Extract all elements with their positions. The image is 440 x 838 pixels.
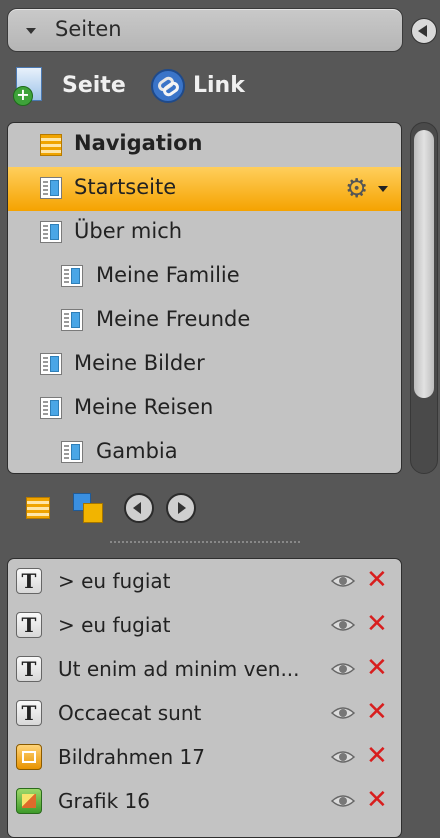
tree-item-label: Navigation <box>74 131 203 155</box>
tree-item-label: Meine Reisen <box>74 395 214 419</box>
element-label: > eu fugiat <box>58 569 171 593</box>
list-item[interactable]: T Ut enim ad minim ven... ✕ <box>8 647 401 691</box>
element-label: Occaecat sunt <box>58 701 202 725</box>
tree-item-meine-reisen[interactable]: Meine Reisen <box>8 387 401 431</box>
eye-icon[interactable] <box>330 614 356 636</box>
list-item[interactable]: Bildrahmen 17 ✕ <box>8 735 401 779</box>
list-item[interactable]: T > eu fugiat ✕ <box>8 603 401 647</box>
list-item[interactable]: T Occaecat sunt ✕ <box>8 691 401 735</box>
element-label: Bildrahmen 17 <box>58 745 205 769</box>
tree-item-label: Startseite <box>74 175 177 199</box>
list-item[interactable]: T > eu fugiat ✕ <box>8 559 401 603</box>
next-button[interactable] <box>166 493 196 523</box>
tree-item-label: Meine Bilder <box>74 351 205 375</box>
new-page-icon[interactable]: + <box>13 67 42 106</box>
tree-item-startseite[interactable]: Startseite ⚙ <box>8 167 401 211</box>
delete-icon[interactable]: ✕ <box>366 742 388 770</box>
text-type-icon: T <box>16 656 42 682</box>
chevron-down-icon <box>26 28 36 34</box>
page-icon <box>40 353 62 375</box>
gear-icon[interactable]: ⚙ <box>345 174 368 204</box>
link-icon[interactable] <box>150 68 186 104</box>
text-type-icon: T <box>16 568 42 594</box>
delete-icon[interactable]: ✕ <box>366 566 388 594</box>
tree-item-ueber-mich[interactable]: Über mich <box>8 211 401 255</box>
layers-icon[interactable] <box>73 493 103 523</box>
delete-icon[interactable]: ✕ <box>366 786 388 814</box>
element-label: Grafik 16 <box>58 789 150 813</box>
eye-icon[interactable] <box>330 570 356 592</box>
tree-item-label: Gambia <box>96 439 178 463</box>
eye-icon[interactable] <box>330 790 356 812</box>
tree-item-navigation[interactable]: Navigation <box>8 123 401 167</box>
navigation-list-icon <box>40 134 62 156</box>
image-icon <box>16 788 42 814</box>
page-icon <box>40 397 62 419</box>
tree-item-label: Meine Freunde <box>96 307 251 331</box>
page-navigation-tree: Navigation Startseite ⚙ Über mich Meine … <box>7 122 402 474</box>
tree-item-gambia[interactable]: Gambia <box>8 431 401 473</box>
picture-frame-icon <box>16 744 42 770</box>
eye-icon[interactable] <box>330 702 356 724</box>
insert-link-button[interactable]: Link <box>193 73 245 98</box>
delete-icon[interactable]: ✕ <box>366 698 388 726</box>
chevron-down-icon[interactable] <box>378 186 388 192</box>
eye-icon[interactable] <box>330 658 356 680</box>
text-type-icon: T <box>16 612 42 638</box>
delete-icon[interactable]: ✕ <box>366 610 388 638</box>
page-icon <box>61 441 83 463</box>
page-icon <box>40 221 62 243</box>
tree-item-meine-freunde[interactable]: Meine Freunde <box>8 299 401 343</box>
tree-item-label: Meine Familie <box>96 263 240 287</box>
tree-item-label: Über mich <box>74 219 183 243</box>
scrollbar-thumb[interactable] <box>414 130 434 398</box>
page-icon <box>61 309 83 331</box>
delete-icon[interactable]: ✕ <box>366 654 388 682</box>
pages-panel-header[interactable]: Seiten <box>7 8 403 52</box>
eye-icon[interactable] <box>330 746 356 768</box>
list-item[interactable]: Grafik 16 ✕ <box>8 779 401 823</box>
previous-button[interactable] <box>124 493 154 523</box>
tree-item-meine-bilder[interactable]: Meine Bilder <box>8 343 401 387</box>
navigation-list-icon[interactable] <box>26 497 50 519</box>
page-icon <box>61 265 83 287</box>
element-label: Ut enim ad minim ven... <box>58 657 300 681</box>
page-icon <box>40 177 62 199</box>
panel-title: Seiten <box>55 17 122 41</box>
page-elements-list: T > eu fugiat ✕ T > eu fugiat ✕ T Ut eni… <box>7 558 402 838</box>
text-type-icon: T <box>16 700 42 726</box>
new-page-button[interactable]: Seite <box>62 73 126 98</box>
collapse-panel-button[interactable] <box>411 18 437 44</box>
resize-grip[interactable] <box>110 541 300 543</box>
tree-item-meine-familie[interactable]: Meine Familie <box>8 255 401 299</box>
element-label: > eu fugiat <box>58 613 171 637</box>
